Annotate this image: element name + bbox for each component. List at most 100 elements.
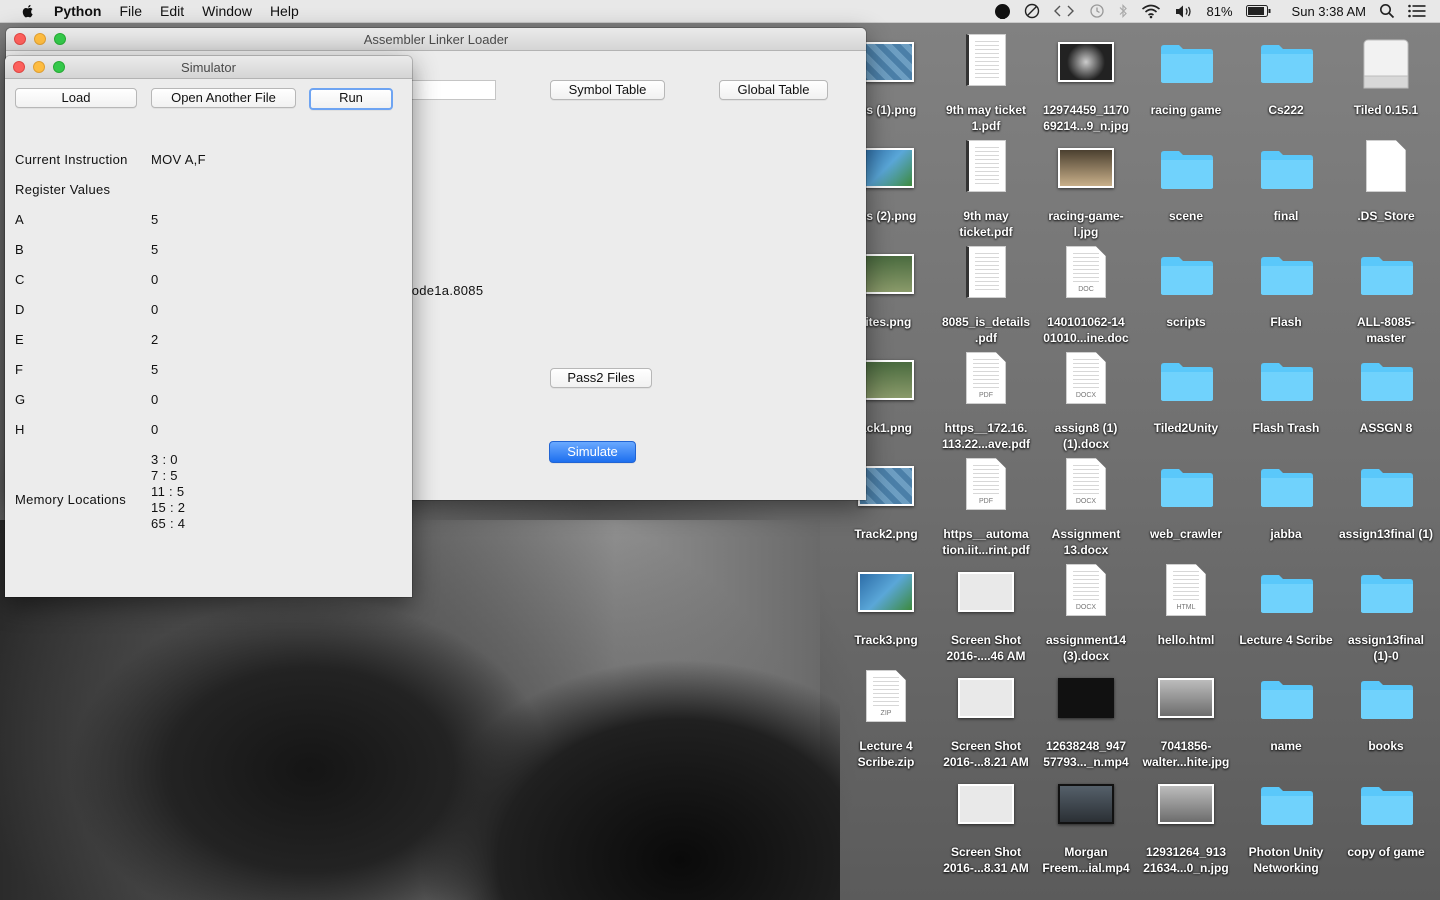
desktop-item[interactable]: racing-game- l.jpg <box>1036 140 1136 240</box>
desktop-item[interactable]: assign13final (1)-0 <box>1336 564 1436 664</box>
desktop-item[interactable]: ASSGN 8 <box>1336 352 1436 436</box>
desktop-item-label: 9th may ticket 1.pdf <box>945 103 1027 133</box>
do-not-disturb-icon[interactable] <box>1024 3 1040 19</box>
menu-help[interactable]: Help <box>270 3 299 19</box>
desktop-item[interactable]: DOCX Assignment 13.docx <box>1036 458 1136 558</box>
desktop-item[interactable]: PDF https__172.16. 113.22...ave.pdf <box>936 352 1036 452</box>
desktop-item[interactable]: DOC 140101062-14 01010...ine.doc <box>1036 246 1136 346</box>
menubar-clock[interactable]: Sun 3:38 AM <box>1292 4 1366 19</box>
desktop-item[interactable]: HTML hello.html <box>1136 564 1236 648</box>
bluetooth-icon[interactable] <box>1118 3 1128 19</box>
register-values-label: Register Values <box>15 182 111 197</box>
desktop-item[interactable]: 12931264_913 21634...0_n.jpg <box>1136 776 1236 876</box>
desktop-item[interactable]: name <box>1236 670 1336 754</box>
desktop-item-label: 12974459_1170 69214...9_n.jpg <box>1042 103 1130 133</box>
run-button[interactable]: Run <box>309 88 393 110</box>
desktop-item[interactable]: DOCX assignment14 (3).docx <box>1036 564 1136 664</box>
notification-center-icon[interactable] <box>1408 4 1426 18</box>
desktop-item[interactable]: scripts <box>1136 246 1236 330</box>
simulator-title: Simulator <box>181 60 236 75</box>
menu-app-name[interactable]: Python <box>54 3 101 19</box>
spotlight-search-icon[interactable] <box>1379 3 1395 19</box>
desktop-item[interactable]: final <box>1236 140 1336 224</box>
code-brackets-icon[interactable] <box>1053 3 1075 19</box>
folder-icon <box>1256 246 1316 306</box>
desktop-item[interactable]: Photon Unity Networking <box>1236 776 1336 876</box>
desktop-item[interactable]: racing game <box>1136 34 1236 118</box>
desktop-item[interactable]: ALL-8085- master <box>1336 246 1436 346</box>
desktop-item[interactable]: 7041856- walter...hite.jpg <box>1136 670 1236 770</box>
desktop-item[interactable]: Tiled 0.15.1 <box>1336 34 1436 118</box>
status-circle-icon[interactable] <box>994 3 1011 20</box>
screenshot-icon <box>956 776 1016 836</box>
folder-icon <box>1256 34 1316 94</box>
desktop-item-label: Track3.png <box>854 633 918 647</box>
desktop-item[interactable]: Flash Trash <box>1236 352 1336 436</box>
menu-edit[interactable]: Edit <box>160 3 184 19</box>
symbol-table-button[interactable]: Symbol Table <box>550 80 665 100</box>
desktop-item[interactable]: jabba <box>1236 458 1336 542</box>
desktop-item[interactable]: Morgan Freem...ial.mp4 <box>1036 776 1136 876</box>
photo-icon <box>1156 776 1216 836</box>
desktop-item[interactable]: assign13final (1) <box>1336 458 1436 542</box>
desktop-item[interactable]: DOCX assign8 (1) (1).docx <box>1036 352 1136 452</box>
menu-file[interactable]: File <box>119 3 142 19</box>
simulator-titlebar[interactable]: Simulator <box>5 56 412 79</box>
simulator-window: Simulator Load Open Another File Run Cur… <box>5 56 412 597</box>
desktop-item-label: assign8 (1) (1).docx <box>1054 421 1118 451</box>
desktop-item-label: books <box>1368 739 1404 753</box>
register-b-name: B <box>15 242 24 257</box>
desktop-item[interactable]: .DS_Store <box>1336 140 1436 224</box>
main-window-titlebar[interactable]: Assembler Linker Loader <box>6 28 866 51</box>
desktop-item-label: name <box>1270 739 1302 753</box>
desktop-item[interactable]: Screen Shot 2016-....46 AM <box>936 564 1036 664</box>
desktop-item[interactable]: Screen Shot 2016-...8.31 AM <box>936 776 1036 876</box>
desktop-item[interactable]: Lecture 4 Scribe <box>1236 564 1336 648</box>
desktop-item[interactable]: 9th may ticket 1.pdf <box>936 34 1036 134</box>
zip-file-icon: ZIP <box>856 670 916 730</box>
scanned-document-icon <box>956 34 1016 94</box>
pdf-file-icon: PDF <box>956 458 1016 518</box>
wallpaper-hood <box>420 620 840 900</box>
menu-window[interactable]: Window <box>202 3 252 19</box>
folder-icon <box>1256 776 1316 836</box>
register-b-value: 5 <box>151 242 159 257</box>
desktop-item-label: ALL-8085- master <box>1356 315 1415 345</box>
wifi-icon[interactable] <box>1141 4 1161 19</box>
scanned-document-icon <box>956 140 1016 200</box>
global-table-button[interactable]: Global Table <box>719 80 828 100</box>
desktop-item[interactable]: 8085_is_details .pdf <box>936 246 1036 346</box>
desktop-item[interactable]: 12974459_1170 69214...9_n.jpg <box>1036 34 1136 134</box>
desktop-item[interactable]: Cs222 <box>1236 34 1336 118</box>
pass2-files-button[interactable]: Pass2 Files <box>550 368 652 388</box>
register-g-value: 0 <box>151 392 159 407</box>
desktop-item[interactable]: Tiled2Unity <box>1136 352 1236 436</box>
desktop-item-label: jabba <box>1270 527 1302 541</box>
desktop-item[interactable]: scene <box>1136 140 1236 224</box>
register-h-value: 0 <box>151 422 159 437</box>
desktop-item[interactable]: Track3.png <box>836 564 936 648</box>
current-instruction-label: Current Instruction <box>15 152 128 167</box>
desktop-item[interactable]: 12638248_947 57793..._n.mp4 <box>1036 670 1136 770</box>
desktop-item[interactable]: 9th may ticket.pdf <box>936 140 1036 240</box>
desktop-item[interactable]: books <box>1336 670 1436 754</box>
desktop-item-label: ASSGN 8 <box>1359 421 1413 435</box>
desktop-item[interactable]: copy of game <box>1336 776 1436 860</box>
desktop-item[interactable]: Screen Shot 2016-...8.21 AM <box>936 670 1036 770</box>
volume-icon[interactable] <box>1174 4 1194 19</box>
apple-menu-icon[interactable] <box>20 3 36 19</box>
desktop-item[interactable]: PDF https__automa tion.iit...rint.pdf <box>936 458 1036 558</box>
time-machine-icon[interactable] <box>1088 3 1105 19</box>
open-another-file-button[interactable]: Open Another File <box>151 88 296 108</box>
folder-icon <box>1356 246 1416 306</box>
desktop-item[interactable]: ZIP Lecture 4 Scribe.zip <box>836 670 936 770</box>
battery-percent[interactable]: 81% <box>1207 4 1233 19</box>
desktop-item-label: Screen Shot 2016-....46 AM <box>946 633 1026 663</box>
desktop-item[interactable]: web_crawler <box>1136 458 1236 542</box>
simulate-button[interactable]: Simulate <box>549 441 636 463</box>
desktop-item-label: copy of game <box>1347 845 1425 859</box>
desktop-item[interactable]: Flash <box>1236 246 1336 330</box>
load-button[interactable]: Load <box>15 88 137 108</box>
desktop-item-label: Assignment 13.docx <box>1051 527 1121 557</box>
battery-icon[interactable] <box>1245 5 1271 17</box>
